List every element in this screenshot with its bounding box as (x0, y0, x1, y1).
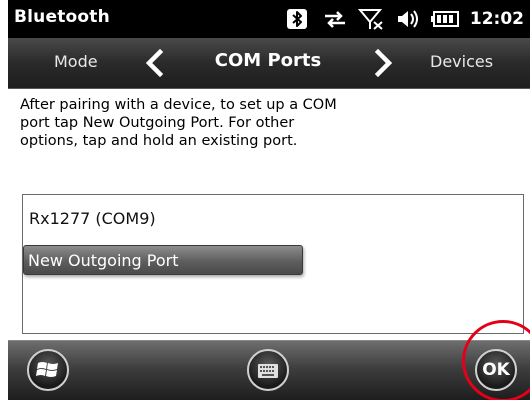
bottom-toolbar: OK (8, 340, 530, 400)
windows-start-icon (36, 358, 60, 386)
chevron-left-icon[interactable] (141, 48, 169, 78)
tab-mode[interactable]: Mode (54, 52, 98, 71)
tab-header: Mode COM Ports Devices (8, 38, 530, 89)
volume-icon (394, 8, 420, 30)
title-bar: Bluetooth 12:02 (8, 0, 530, 38)
com-port-list[interactable]: Rx1277 (COM9) New Outgoing Port (22, 194, 524, 334)
status-icons[interactable]: 12:02 (276, 0, 530, 38)
battery-icon (430, 8, 460, 30)
keyboard-button[interactable] (247, 349, 289, 391)
list-item-com-port[interactable]: Rx1277 (COM9) (29, 209, 156, 228)
clock: 12:02 (469, 9, 524, 29)
tab-devices[interactable]: Devices (430, 52, 493, 71)
connectivity-icon (322, 8, 348, 30)
ok-button[interactable]: OK (475, 349, 517, 391)
device-screen: Bluetooth 12:02 Mode COM Ports Devices A… (8, 0, 530, 400)
instructions-line: port tap New Outgoing Port. For other (20, 115, 295, 131)
app-title: Bluetooth (14, 7, 110, 27)
bluetooth-icon (286, 8, 312, 30)
windows-start-button[interactable] (27, 349, 69, 391)
ok-label: OK (482, 360, 510, 380)
instructions-line: options, tap and hold an existing port. (20, 133, 298, 149)
signal-off-icon (357, 8, 384, 30)
chevron-right-icon[interactable] (369, 48, 397, 78)
instructions-line: After pairing with a device, to set up a… (20, 97, 337, 113)
keyboard-icon (258, 363, 278, 382)
tab-com-ports[interactable]: COM Ports (188, 50, 348, 71)
new-outgoing-port-button[interactable]: New Outgoing Port (23, 245, 303, 275)
instructions-text: After pairing with a device, to set up a… (20, 96, 400, 150)
